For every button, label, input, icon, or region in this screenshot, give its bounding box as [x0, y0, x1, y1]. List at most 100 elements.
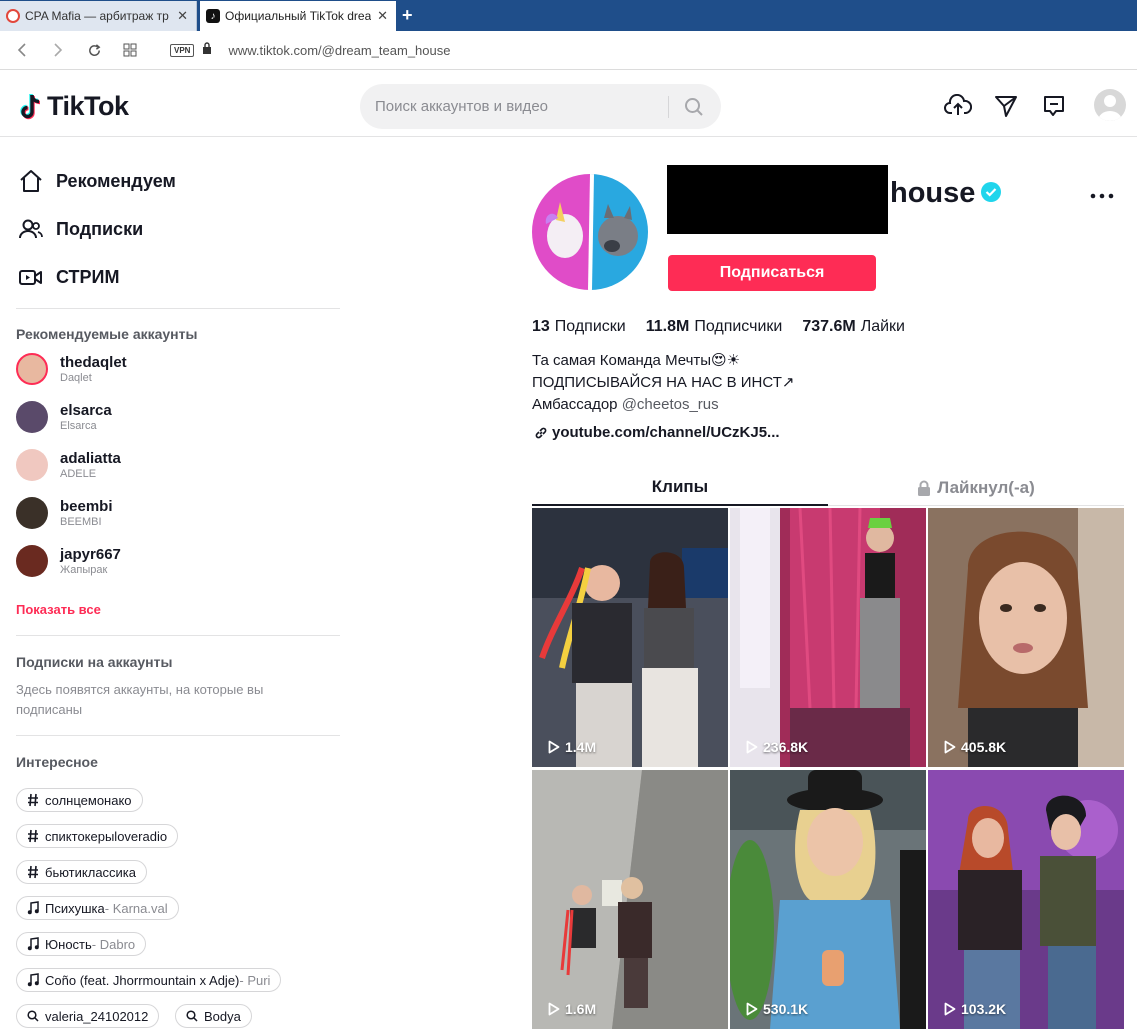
bio-line: Та самая Команда Мечты😍☀ [532, 352, 741, 369]
music-note-icon [27, 937, 39, 951]
tab-liked[interactable]: Лайкнул(-а) [828, 470, 1124, 506]
show-all-link[interactable]: Показать все [16, 602, 101, 617]
search-button[interactable] [678, 94, 710, 120]
stat-value: 13 [532, 318, 550, 335]
profile-bio: Та самая Команда Мечты😍☀ ПОДПИСЫВАЙСЯ НА… [532, 350, 794, 416]
hashtag-tag[interactable]: солнцемонако [16, 788, 143, 812]
tag-text: бьютиклассика [45, 864, 137, 880]
following-hint: Здесь появятся аккаунты, на которые вы п… [16, 682, 264, 717]
cloud-upload-icon [944, 94, 972, 115]
following-accounts-title: Подписки на аккаунты [16, 654, 173, 670]
video-thumbnail[interactable]: 236.8K [730, 508, 926, 767]
forward-icon[interactable] [50, 42, 66, 58]
search-input[interactable] [375, 84, 665, 129]
profile-stats: 13 Подписки 11.8M Подписчики 737.6M Лайки [532, 318, 925, 336]
inbox-button[interactable] [1040, 92, 1068, 120]
browser-tab-title: Официальный TikTok drea [225, 9, 372, 23]
bio-line: ПОДПИСЫВАЙСЯ НА НАС В ИНСТ↗ [532, 374, 795, 391]
following-count[interactable]: 13 Подписки [532, 318, 626, 336]
music-tag[interactable]: Coño (feat. Jhorrmountain x Adje) - Puri [16, 968, 282, 992]
profile-link[interactable]: youtube.com/channel/UCzKJ5... [534, 424, 780, 441]
tiktok-favicon-icon: ♪ [206, 9, 220, 23]
suggested-account[interactable]: adaliatta ADELE [16, 445, 121, 485]
video-thumbnail[interactable]: 405.8K [928, 508, 1124, 767]
reload-icon[interactable] [86, 42, 102, 58]
tag-text: Юность [45, 936, 92, 952]
music-tag[interactable]: Юность - Dabro [16, 932, 147, 956]
video-cover [532, 508, 728, 767]
url-text[interactable]: www.tiktok.com/@dream_team_house [228, 43, 450, 58]
search-icon [186, 1010, 198, 1022]
video-views-count: 236.8K [763, 739, 809, 755]
bio-mention[interactable]: @cheetos_rus [622, 396, 719, 413]
sidebar-item-for-you[interactable]: Рекомендуем [18, 169, 176, 193]
suggested-account[interactable]: japyr667 Жапырак [16, 541, 121, 581]
play-icon [548, 1002, 560, 1016]
video-thumbnail[interactable]: 530.1K [730, 770, 926, 1029]
sidebar-divider [16, 735, 340, 736]
video-cover [928, 770, 1124, 1029]
video-cover [532, 770, 728, 1029]
tag-text: Bodya [204, 1008, 241, 1024]
suggested-account[interactable]: beembi BEEMBI [16, 493, 113, 533]
video-views-count: 1.4M [565, 739, 597, 755]
avatar [16, 449, 48, 481]
followers-count[interactable]: 11.8M Подписчики [646, 318, 783, 336]
video-views-count: 530.1K [763, 1001, 809, 1017]
profile-name-suffix: house [890, 177, 976, 209]
account-username: elsarca [60, 401, 112, 419]
video-thumbnail[interactable]: 1.4M [532, 508, 728, 767]
account-username: adaliatta [60, 449, 121, 467]
back-icon[interactable] [14, 42, 30, 58]
hashtag-tag[interactable]: бьютиклассика [16, 860, 148, 884]
suggested-accounts-title: Рекомендуемые аккаунты [16, 326, 198, 342]
play-icon [944, 740, 956, 754]
close-tab-icon[interactable]: ✕ [177, 8, 188, 24]
search-tag[interactable]: valeria_24102012 [16, 1004, 160, 1028]
messages-button[interactable] [992, 92, 1020, 120]
vpn-badge[interactable]: VPN [170, 43, 195, 57]
sidebar-item-live[interactable]: СТРИМ [18, 265, 119, 289]
stat-label: Подписки [554, 318, 626, 335]
profile-avatar[interactable] [532, 174, 648, 290]
music-note-icon [27, 901, 39, 915]
stat-value: 737.6M [802, 318, 856, 335]
search-tag[interactable]: Bodya [175, 1004, 252, 1028]
tag-artist: - Puri [239, 972, 271, 988]
tag-text: спиктокерыloveradio [45, 828, 168, 844]
music-tag[interactable]: Психушка - Karna.val [16, 896, 179, 920]
hashtag-tag[interactable]: спиктокерыloveradio [16, 824, 179, 848]
browser-tab-title: CPA Mafia — арбитраж тр [25, 9, 169, 23]
follow-button[interactable]: Подписаться [668, 255, 876, 291]
tiktok-logo[interactable]: TikTok [19, 91, 129, 122]
suggested-account[interactable]: elsarca Elsarca [16, 397, 112, 437]
tag-text: valeria_24102012 [45, 1008, 149, 1024]
video-thumbnail[interactable]: 103.2K [928, 770, 1124, 1029]
user-avatar[interactable] [1094, 89, 1126, 121]
bio-ambassador: Амбассадор [532, 396, 622, 413]
video-views: 405.8K [944, 739, 1006, 755]
play-icon [746, 740, 758, 754]
lock-icon[interactable] [202, 41, 212, 59]
upload-button[interactable] [944, 92, 972, 120]
suggested-account[interactable]: thedaqlet Daqlet [16, 349, 127, 389]
profile-name: house [890, 177, 1002, 210]
video-thumbnail[interactable]: 1.6M [532, 770, 728, 1029]
tag-text: Coño (feat. Jhorrmountain x Adje) [45, 972, 240, 988]
speed-dial-icon[interactable] [122, 42, 138, 58]
tab-videos[interactable]: Клипы [532, 470, 828, 506]
search-icon [685, 98, 703, 116]
browser-tab-tiktok[interactable]: ♪ Официальный TikTok drea ✕ [200, 1, 396, 31]
more-options-icon[interactable] [1090, 186, 1114, 204]
account-nickname: Elsarca [60, 419, 97, 432]
home-icon [20, 170, 42, 192]
play-icon [548, 740, 560, 754]
discover-title: Интересное [16, 754, 98, 770]
sidebar-item-following[interactable]: Подписки [18, 217, 143, 241]
new-tab-button[interactable]: + [402, 5, 413, 26]
address-bar: VPN www.tiktok.com/@dream_team_house [0, 31, 1137, 70]
account-username: thedaqlet [60, 353, 127, 371]
sidebar-item-label: Рекомендуем [56, 170, 176, 191]
close-tab-icon[interactable]: ✕ [377, 8, 388, 24]
browser-tab-cpa[interactable]: CPA Mafia — арбитраж тр ✕ [0, 1, 197, 31]
